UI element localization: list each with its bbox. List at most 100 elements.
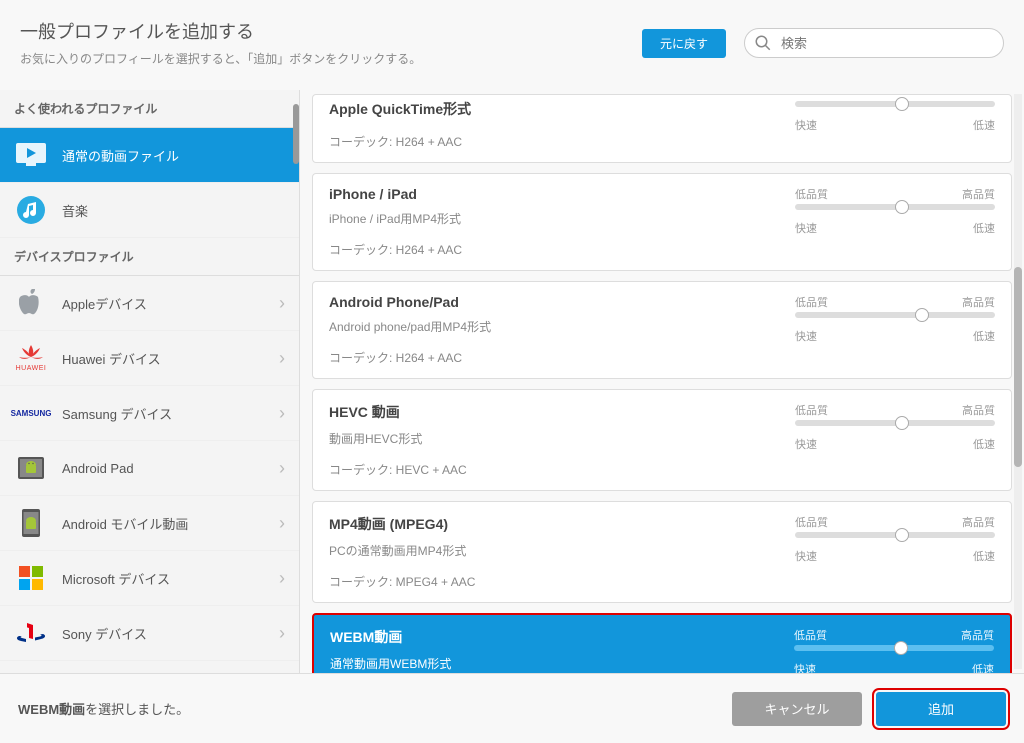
profile-codec: コーデック: H264 + AAC	[329, 133, 785, 150]
search-box	[744, 28, 1004, 58]
quality-slider[interactable]	[795, 532, 995, 538]
sidebar-item-samsung[interactable]: SAMSUNG Samsung デバイス ›	[0, 386, 299, 441]
lowq-label: 低品質	[794, 627, 827, 643]
sidebar-item-label: Android Pad	[62, 461, 134, 476]
profile-title: MP4動画 (MPEG4)	[329, 514, 785, 534]
sidebar-item-label: Microsoft デバイス	[62, 569, 170, 588]
quality-slider[interactable]	[795, 420, 995, 426]
chevron-right-icon: ›	[279, 623, 285, 644]
profile-card-iphone[interactable]: iPhone / iPad iPhone / iPad用MP4形式 コーデック:…	[312, 173, 1012, 271]
sidebar-item-android-pad[interactable]: Android Pad ›	[0, 441, 299, 496]
chevron-right-icon: ›	[279, 403, 285, 424]
fast-label: 快速	[795, 220, 817, 236]
quality-slider[interactable]	[795, 101, 995, 107]
fast-label: 快速	[795, 548, 817, 564]
scrollbar-thumb[interactable]	[1014, 267, 1022, 467]
profile-card-quicktime[interactable]: Apple QuickTime形式 コーデック: H264 + AAC 快速 低速	[312, 94, 1012, 163]
fast-label: 快速	[795, 117, 817, 133]
profile-card-android[interactable]: Android Phone/Pad Android phone/pad用MP4形…	[312, 281, 1012, 379]
sidebar-item-music[interactable]: 音楽	[0, 183, 299, 238]
slow-label: 低速	[973, 548, 995, 564]
samsung-icon: SAMSUNG	[14, 396, 48, 430]
profile-list: Apple QuickTime形式 コーデック: H264 + AAC 快速低速…	[300, 90, 1024, 673]
sidebar-item-microsoft[interactable]: Microsoft デバイス ›	[0, 551, 299, 606]
profile-desc: 動画用HEVC形式	[329, 430, 785, 447]
fast-label: 快速	[795, 328, 817, 344]
monitor-icon	[14, 138, 48, 172]
lowq-label: 低品質	[795, 186, 828, 202]
highq-label: 高品質	[962, 294, 995, 310]
sidebar-item-video[interactable]: 通常の動画ファイル	[0, 128, 299, 183]
sidebar-item-huawei[interactable]: HUAWEI Huawei デバイス ›	[0, 331, 299, 386]
sidebar-item-label: Samsung デバイス	[62, 404, 172, 423]
highq-label: 高品質	[962, 186, 995, 202]
sidebar-item-label: Huawei デバイス	[62, 349, 161, 368]
fast-label: 快速	[794, 661, 816, 673]
lowq-label: 低品質	[795, 294, 828, 310]
slow-label: 低速	[973, 220, 995, 236]
chevron-right-icon: ›	[279, 513, 285, 534]
sidebar-scroll-thumb[interactable]	[293, 104, 299, 164]
microsoft-icon	[14, 561, 48, 595]
fast-label: 快速	[795, 436, 817, 452]
sidebar-section-device: デバイスプロファイル	[0, 238, 299, 276]
sidebar-item-sony[interactable]: Sony デバイス ›	[0, 606, 299, 661]
body: よく使われるプロファイル 通常の動画ファイル 音楽 デバイスプロファイル App…	[0, 90, 1024, 673]
chevron-right-icon: ›	[279, 568, 285, 589]
header: 一般プロファイルを追加する お気に入りのプロフィールを選択すると、「追加」ボタン…	[0, 0, 1024, 77]
lowq-label: 低品質	[795, 514, 828, 530]
chevron-right-icon: ›	[279, 458, 285, 479]
quality-slider[interactable]	[794, 645, 994, 651]
search-icon	[754, 34, 772, 52]
status-selected-name: WEBM動画	[18, 702, 85, 717]
profile-card-webm[interactable]: WEBM動画 通常動画用WEBM形式 コーデック: VP8 + VORBIS 低…	[312, 613, 1012, 673]
page-title: 一般プロファイルを追加する	[20, 18, 642, 44]
sidebar-section-common: よく使われるプロファイル	[0, 90, 299, 128]
android-phone-icon	[14, 506, 48, 540]
status-suffix: を選択しました。	[85, 702, 189, 717]
highq-label: 高品質	[962, 402, 995, 418]
profile-desc: Android phone/pad用MP4形式	[329, 318, 785, 335]
sidebar: よく使われるプロファイル 通常の動画ファイル 音楽 デバイスプロファイル App…	[0, 90, 300, 673]
lowq-label: 低品質	[795, 402, 828, 418]
slow-label: 低速	[973, 436, 995, 452]
profile-codec: コーデック: H264 + AAC	[329, 241, 785, 258]
highq-label: 高品質	[961, 627, 994, 643]
slow-label: 低速	[972, 661, 994, 673]
search-input[interactable]	[744, 28, 1004, 58]
profile-title: Apple QuickTime形式	[329, 99, 785, 119]
music-icon	[14, 193, 48, 227]
slow-label: 低速	[973, 117, 995, 133]
profile-codec: コーデック: H264 + AAC	[329, 349, 785, 366]
profile-codec: コーデック: MPEG4 + AAC	[329, 573, 785, 590]
restore-button[interactable]: 元に戻す	[642, 29, 726, 58]
quality-slider[interactable]	[795, 312, 995, 318]
add-button[interactable]: 追加	[876, 692, 1006, 726]
header-actions: 元に戻す	[642, 28, 1004, 58]
slow-label: 低速	[973, 328, 995, 344]
sidebar-item-label: Appleデバイス	[62, 294, 147, 313]
status-text: WEBM動画を選択しました。	[18, 699, 189, 718]
profile-desc: 通常動画用WEBM形式	[330, 655, 784, 672]
highq-label: 高品質	[962, 514, 995, 530]
chevron-right-icon: ›	[279, 348, 285, 369]
profile-title: WEBM動画	[330, 627, 784, 647]
page-subtitle: お気に入りのプロフィールを選択すると、「追加」ボタンをクリックする。	[20, 50, 642, 67]
quality-slider[interactable]	[795, 204, 995, 210]
profile-title: iPhone / iPad	[329, 186, 785, 202]
profile-title: Android Phone/Pad	[329, 294, 785, 310]
sidebar-item-apple[interactable]: Appleデバイス ›	[0, 276, 299, 331]
sidebar-item-label: 音楽	[62, 201, 88, 220]
main-scrollbar[interactable]	[1014, 94, 1022, 669]
chevron-right-icon: ›	[279, 293, 285, 314]
profile-title: HEVC 動画	[329, 402, 785, 422]
profile-card-hevc[interactable]: HEVC 動画 動画用HEVC形式 コーデック: HEVC + AAC 低品質 高…	[312, 389, 1012, 491]
playstation-icon	[14, 616, 48, 650]
sidebar-item-label: Android モバイル動画	[62, 514, 188, 533]
huawei-icon: HUAWEI	[14, 341, 48, 375]
profile-card-mp4[interactable]: MP4動画 (MPEG4) PCの通常動画用MP4形式 コーデック: MPEG4…	[312, 501, 1012, 603]
profile-desc: PCの通常動画用MP4形式	[329, 542, 785, 559]
cancel-button[interactable]: キャンセル	[732, 692, 862, 726]
profile-codec: コーデック: HEVC + AAC	[329, 461, 785, 478]
sidebar-item-android-phone[interactable]: Android モバイル動画 ›	[0, 496, 299, 551]
